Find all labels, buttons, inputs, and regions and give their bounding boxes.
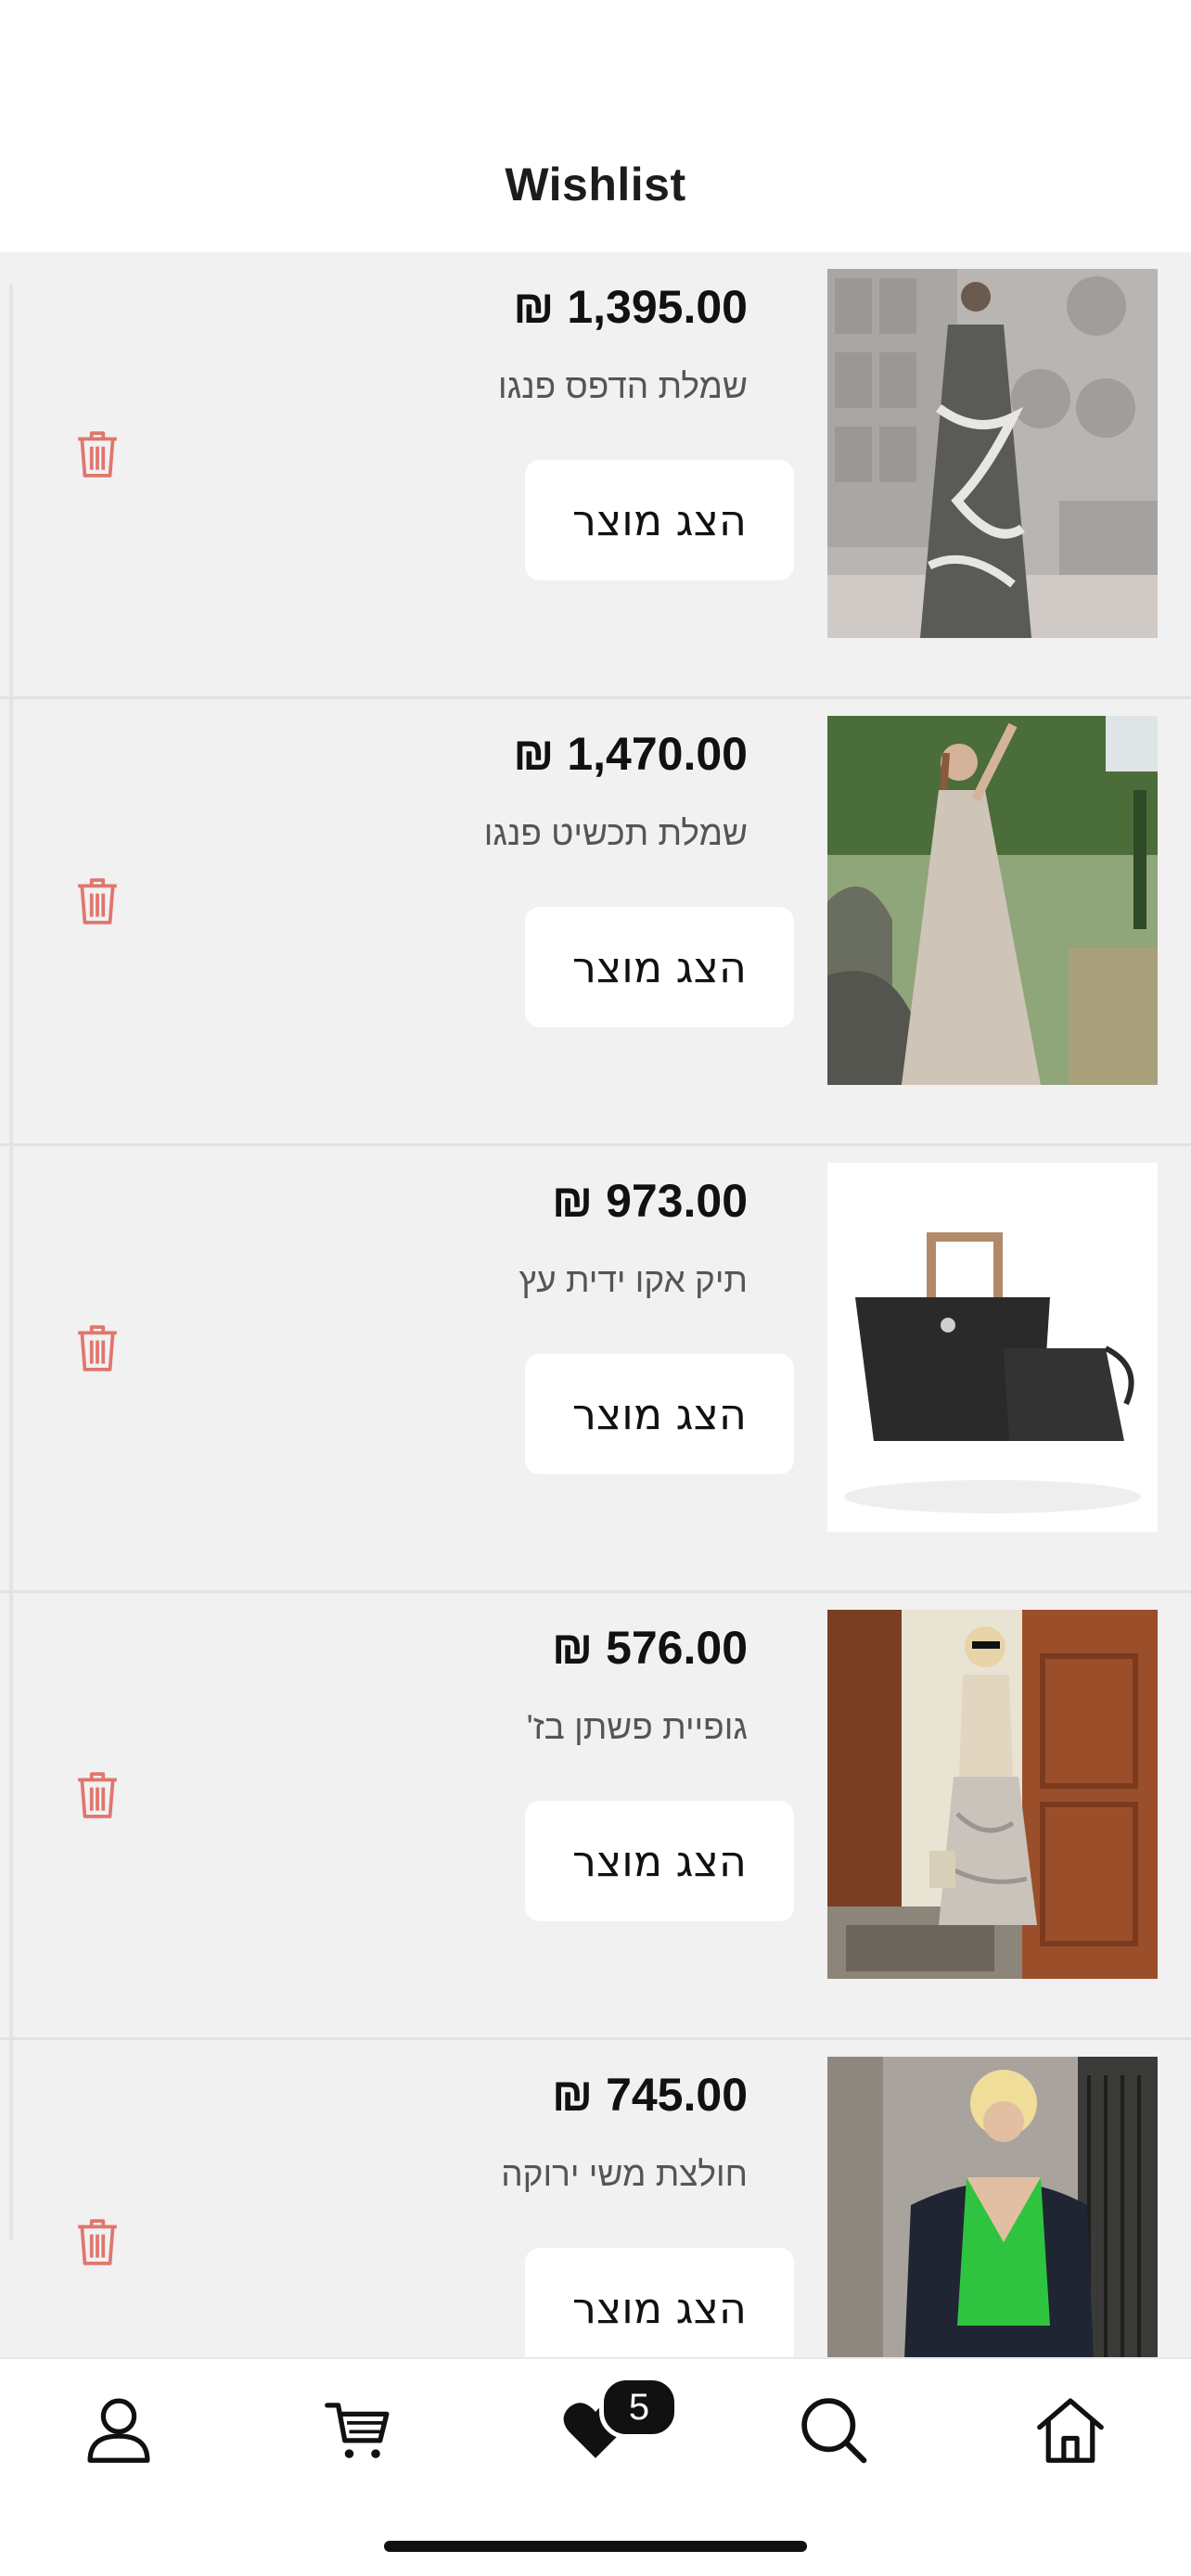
view-product-button[interactable]: הצג מוצר xyxy=(525,460,794,580)
product-price: ₪ 973.00 xyxy=(551,1175,748,1227)
list-item: ₪ 973.00 תיק אקו ידית עץ הצג מוצר xyxy=(0,1146,1191,1593)
product-image[interactable] xyxy=(827,716,1158,1085)
product-price: ₪ 745.00 xyxy=(551,2069,748,2121)
cart-icon[interactable] xyxy=(323,2394,393,2465)
trash-icon[interactable] xyxy=(74,1769,121,1821)
product-name: שמלת הדפס פנגו xyxy=(498,367,748,405)
product-price: ₪ 576.00 xyxy=(551,1622,748,1674)
product-name: תיק אקו ידית עץ xyxy=(519,1261,749,1299)
product-name: חולצת משי ירוקה xyxy=(501,2155,748,2193)
product-image[interactable] xyxy=(827,1610,1158,1979)
product-name: גופיית פשתן בז' xyxy=(526,1708,748,1746)
list-item: ₪ 1,395.00 שמלת הדפס פנגו הצג מוצר xyxy=(0,252,1191,699)
home-icon[interactable] xyxy=(1035,2394,1106,2465)
product-image[interactable] xyxy=(827,2057,1158,2357)
page-title: Wishlist xyxy=(505,159,686,210)
trash-icon[interactable] xyxy=(74,428,121,480)
product-price: ₪ 1,470.00 xyxy=(513,728,748,780)
product-image[interactable] xyxy=(827,269,1158,638)
header: Wishlist xyxy=(0,0,1191,252)
product-image[interactable] xyxy=(827,1163,1158,1532)
list-item: ₪ 1,470.00 שמלת תכשיט פנגו הצג מוצר xyxy=(0,699,1191,1146)
wishlist-count-badge: 5 xyxy=(599,2376,679,2439)
list-item: ₪ 576.00 גופיית פשתן בז' הצג מוצר xyxy=(0,1593,1191,2040)
view-product-button[interactable]: הצג מוצר xyxy=(525,907,794,1027)
wishlist[interactable]: ₪ 1,395.00 שמלת הדפס פנגו הצג מוצר ₪ 1,4… xyxy=(0,252,1191,2357)
trash-icon[interactable] xyxy=(74,2216,121,2268)
list-item: ₪ 745.00 חולצת משי ירוקה הצג מוצר xyxy=(0,2040,1191,2357)
product-price: ₪ 1,395.00 xyxy=(513,281,748,333)
user-icon[interactable] xyxy=(83,2394,154,2465)
trash-icon[interactable] xyxy=(74,1322,121,1374)
product-name: שמלת תכשיט פנגו xyxy=(483,814,748,852)
trash-icon[interactable] xyxy=(74,875,121,927)
view-product-button[interactable]: הצג מוצר xyxy=(525,1801,794,1921)
view-product-button[interactable]: הצג מוצר xyxy=(525,1354,794,1474)
home-indicator xyxy=(384,2541,807,2552)
search-icon[interactable] xyxy=(798,2394,868,2465)
view-product-button[interactable]: הצג מוצר xyxy=(525,2248,794,2357)
